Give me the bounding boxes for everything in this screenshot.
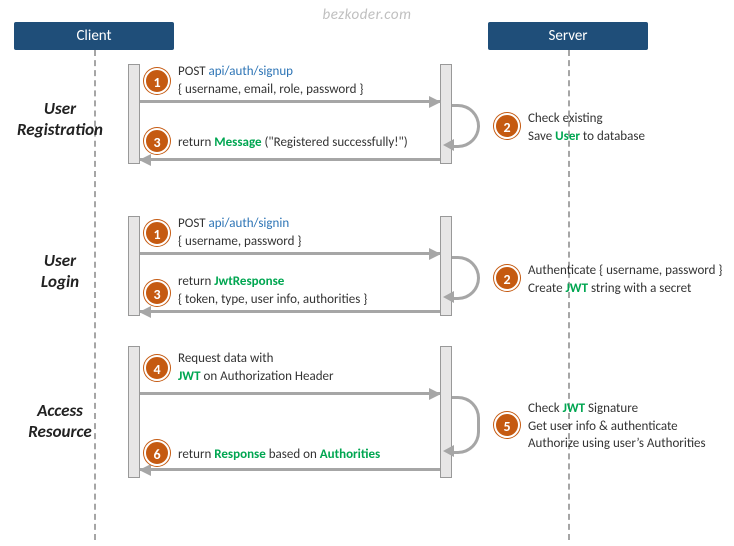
text: return <box>178 447 214 462</box>
text: JWT <box>566 281 589 296</box>
arrow-reg-3 <box>140 158 440 161</box>
text: based on <box>266 447 320 462</box>
text: string with a secret <box>588 281 691 296</box>
msg-login-2: Authenticate { username, password } Crea… <box>528 262 723 297</box>
section-text: Resource <box>28 421 92 442</box>
text: Request data with <box>178 351 273 366</box>
watermark: bezkoder.com <box>323 6 412 24</box>
text: { username, password } <box>178 234 301 249</box>
step-login-2: 2 <box>494 265 520 291</box>
text: return <box>178 135 214 150</box>
step-acc-4: 4 <box>144 355 170 381</box>
step-reg-3: 3 <box>144 128 170 154</box>
text: Check <box>528 401 563 416</box>
text: POST <box>178 216 208 231</box>
text: on Authorization Header <box>201 369 334 384</box>
text: return <box>178 274 214 289</box>
arrow-acc-4 <box>140 392 440 395</box>
loop-reg-2 <box>452 104 480 148</box>
text: JWT <box>563 401 586 416</box>
section-text: Login <box>41 271 79 292</box>
text: Save <box>528 129 555 144</box>
step-acc-6: 6 <box>144 440 170 466</box>
step-reg-2: 2 <box>494 113 520 139</box>
text: Response <box>214 447 266 462</box>
text: User <box>555 129 580 144</box>
msg-reg-3: return Message ("Registered successfully… <box>178 134 408 152</box>
text: Get user info & authenticate <box>528 419 678 434</box>
msg-acc-4: Request data with JWT on Authorization H… <box>178 350 334 385</box>
endpoint: api/auth/signin <box>208 216 289 231</box>
activation-client-acc <box>128 346 140 478</box>
section-access: Access Resource <box>0 400 120 442</box>
section-registration: User Registration <box>0 98 120 140</box>
lane-header-client: Client <box>14 22 174 50</box>
text: ("Registered successfully!") <box>262 135 408 150</box>
endpoint: api/auth/signup <box>208 64 293 79</box>
text: JWT <box>178 369 201 384</box>
activation-server-acc <box>440 346 452 478</box>
step-reg-1: 1 <box>144 68 170 94</box>
text: POST <box>178 64 208 79</box>
activation-client-reg <box>128 64 140 164</box>
msg-reg-2: Check existing Save User to database <box>528 110 645 145</box>
msg-reg-1: POST api/auth/signup { username, email, … <box>178 63 363 98</box>
text: { token, type, user info, authorities } <box>178 292 367 307</box>
text: Authorize using user’s Authorities <box>528 436 706 451</box>
text: to database <box>580 129 645 144</box>
arrow-login-1 <box>140 252 440 255</box>
text: Signature <box>585 401 638 416</box>
msg-acc-6: return Response based on Authorities <box>178 446 380 464</box>
section-login: User Login <box>0 250 120 292</box>
section-text: User <box>44 98 76 119</box>
text: Check existing <box>528 111 603 126</box>
arrow-login-3 <box>140 310 440 313</box>
text: Message <box>214 135 261 150</box>
text: Authorities <box>320 447 380 462</box>
loop-acc-5 <box>452 396 480 454</box>
msg-acc-5: Check JWT Signature Get user info & auth… <box>528 400 706 453</box>
loop-login-2 <box>452 256 480 300</box>
arrow-reg-1 <box>140 100 440 103</box>
text: { username, email, role, password } <box>178 82 363 97</box>
arrow-acc-6 <box>140 468 440 471</box>
step-acc-5: 5 <box>494 412 520 438</box>
msg-login-3: return JwtResponse { token, type, user i… <box>178 273 367 308</box>
text: JwtResponse <box>214 274 284 289</box>
step-login-1: 1 <box>144 220 170 246</box>
text: Authenticate { username, password } <box>528 263 723 278</box>
activation-client-login <box>128 216 140 316</box>
lane-header-server: Server <box>488 22 648 50</box>
section-text: Registration <box>17 119 103 140</box>
step-login-3: 3 <box>144 280 170 306</box>
msg-login-1: POST api/auth/signin { username, passwor… <box>178 215 301 250</box>
section-text: User <box>44 250 76 271</box>
section-text: Access <box>37 400 83 421</box>
text: Create <box>528 281 566 296</box>
